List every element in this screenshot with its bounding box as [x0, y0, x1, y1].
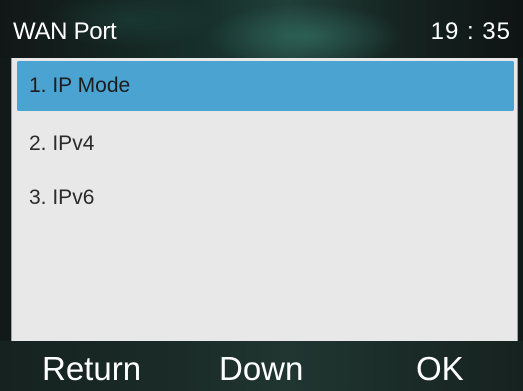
menu-item-label: 3. IPv6 [29, 186, 95, 209]
menu-item-ip-mode[interactable]: 1. IP Mode [17, 61, 514, 111]
menu-list: 1. IP Mode 2. IPv4 3. IPv6 [11, 58, 518, 341]
menu-item-label: 1. IP Mode [29, 74, 131, 97]
menu-item-ipv6[interactable]: 3. IPv6 [17, 173, 514, 223]
menu-item-ipv4[interactable]: 2. IPv4 [17, 119, 514, 169]
phone-screen: WAN Port 19 : 35 1. IP Mode 2. IPv4 3. I… [0, 0, 523, 391]
menu-item-label: 2. IPv4 [29, 132, 95, 155]
clock: 19 : 35 [430, 18, 511, 45]
return-button[interactable]: Return [42, 351, 141, 387]
softkey-bar: Return Down OK [0, 341, 523, 391]
down-button[interactable]: Down [219, 351, 303, 387]
ok-button[interactable]: OK [416, 351, 464, 387]
title-bar: WAN Port 19 : 35 [0, 0, 523, 58]
page-title: WAN Port [13, 18, 117, 45]
